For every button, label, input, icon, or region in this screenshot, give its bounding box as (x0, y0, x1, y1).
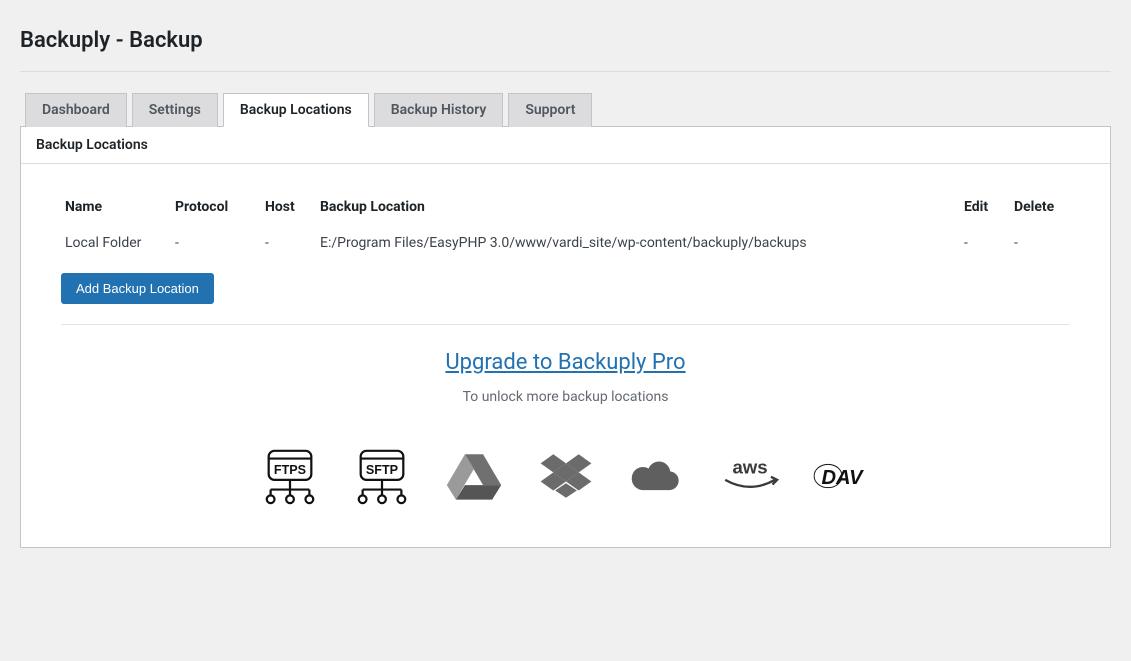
cell-name: Local Folder (61, 225, 171, 261)
svg-text:SFTP: SFTP (365, 463, 397, 477)
tab-backup-history[interactable]: Backup History (374, 93, 504, 127)
th-path: Backup Location (316, 189, 960, 225)
pro-icons-row: FTPS (61, 445, 1070, 507)
cell-protocol: - (171, 225, 261, 261)
cell-host: - (261, 225, 316, 261)
th-protocol: Protocol (171, 189, 261, 225)
upgrade-subtitle: To unlock more backup locations (61, 389, 1070, 405)
panel-heading: Backup Locations (21, 127, 1110, 164)
cell-edit: - (960, 225, 1010, 261)
nav-tabs: Dashboard Settings Backup Locations Back… (25, 92, 1106, 126)
onedrive-icon (627, 445, 689, 507)
th-name: Name (61, 189, 171, 225)
svg-text:FTPS: FTPS (273, 463, 305, 477)
panel-backup-locations: Backup Locations Name Protocol Host Back… (20, 126, 1111, 548)
ftps-icon: FTPS (259, 445, 321, 507)
aws-icon: aws (719, 445, 781, 507)
google-drive-icon (443, 445, 505, 507)
page-title: Backuply - Backup (20, 10, 1111, 71)
sftp-icon: SFTP (351, 445, 413, 507)
tab-dashboard[interactable]: Dashboard (25, 93, 127, 127)
section-divider (61, 324, 1070, 325)
table-row: Local Folder - - E:/Program Files/EasyPH… (61, 225, 1070, 261)
cell-delete: - (1010, 225, 1070, 261)
dropbox-icon (535, 445, 597, 507)
th-edit: Edit (960, 189, 1010, 225)
tab-settings[interactable]: Settings (132, 93, 218, 127)
webdav-icon: DAV (811, 445, 873, 507)
divider (20, 71, 1111, 72)
th-delete: Delete (1010, 189, 1070, 225)
add-backup-location-button[interactable]: Add Backup Location (61, 273, 214, 304)
tab-support[interactable]: Support (508, 93, 592, 127)
svg-text:aws: aws (732, 457, 767, 478)
upgrade-link[interactable]: Upgrade to Backuply Pro (445, 350, 685, 375)
locations-table: Name Protocol Host Backup Location Edit … (61, 189, 1070, 261)
tab-backup-locations[interactable]: Backup Locations (223, 93, 369, 127)
svg-text:DAV: DAV (821, 467, 864, 489)
th-host: Host (261, 189, 316, 225)
cell-path: E:/Program Files/EasyPHP 3.0/www/vardi_s… (316, 225, 960, 261)
upgrade-section: Upgrade to Backuply Pro To unlock more b… (61, 350, 1070, 507)
